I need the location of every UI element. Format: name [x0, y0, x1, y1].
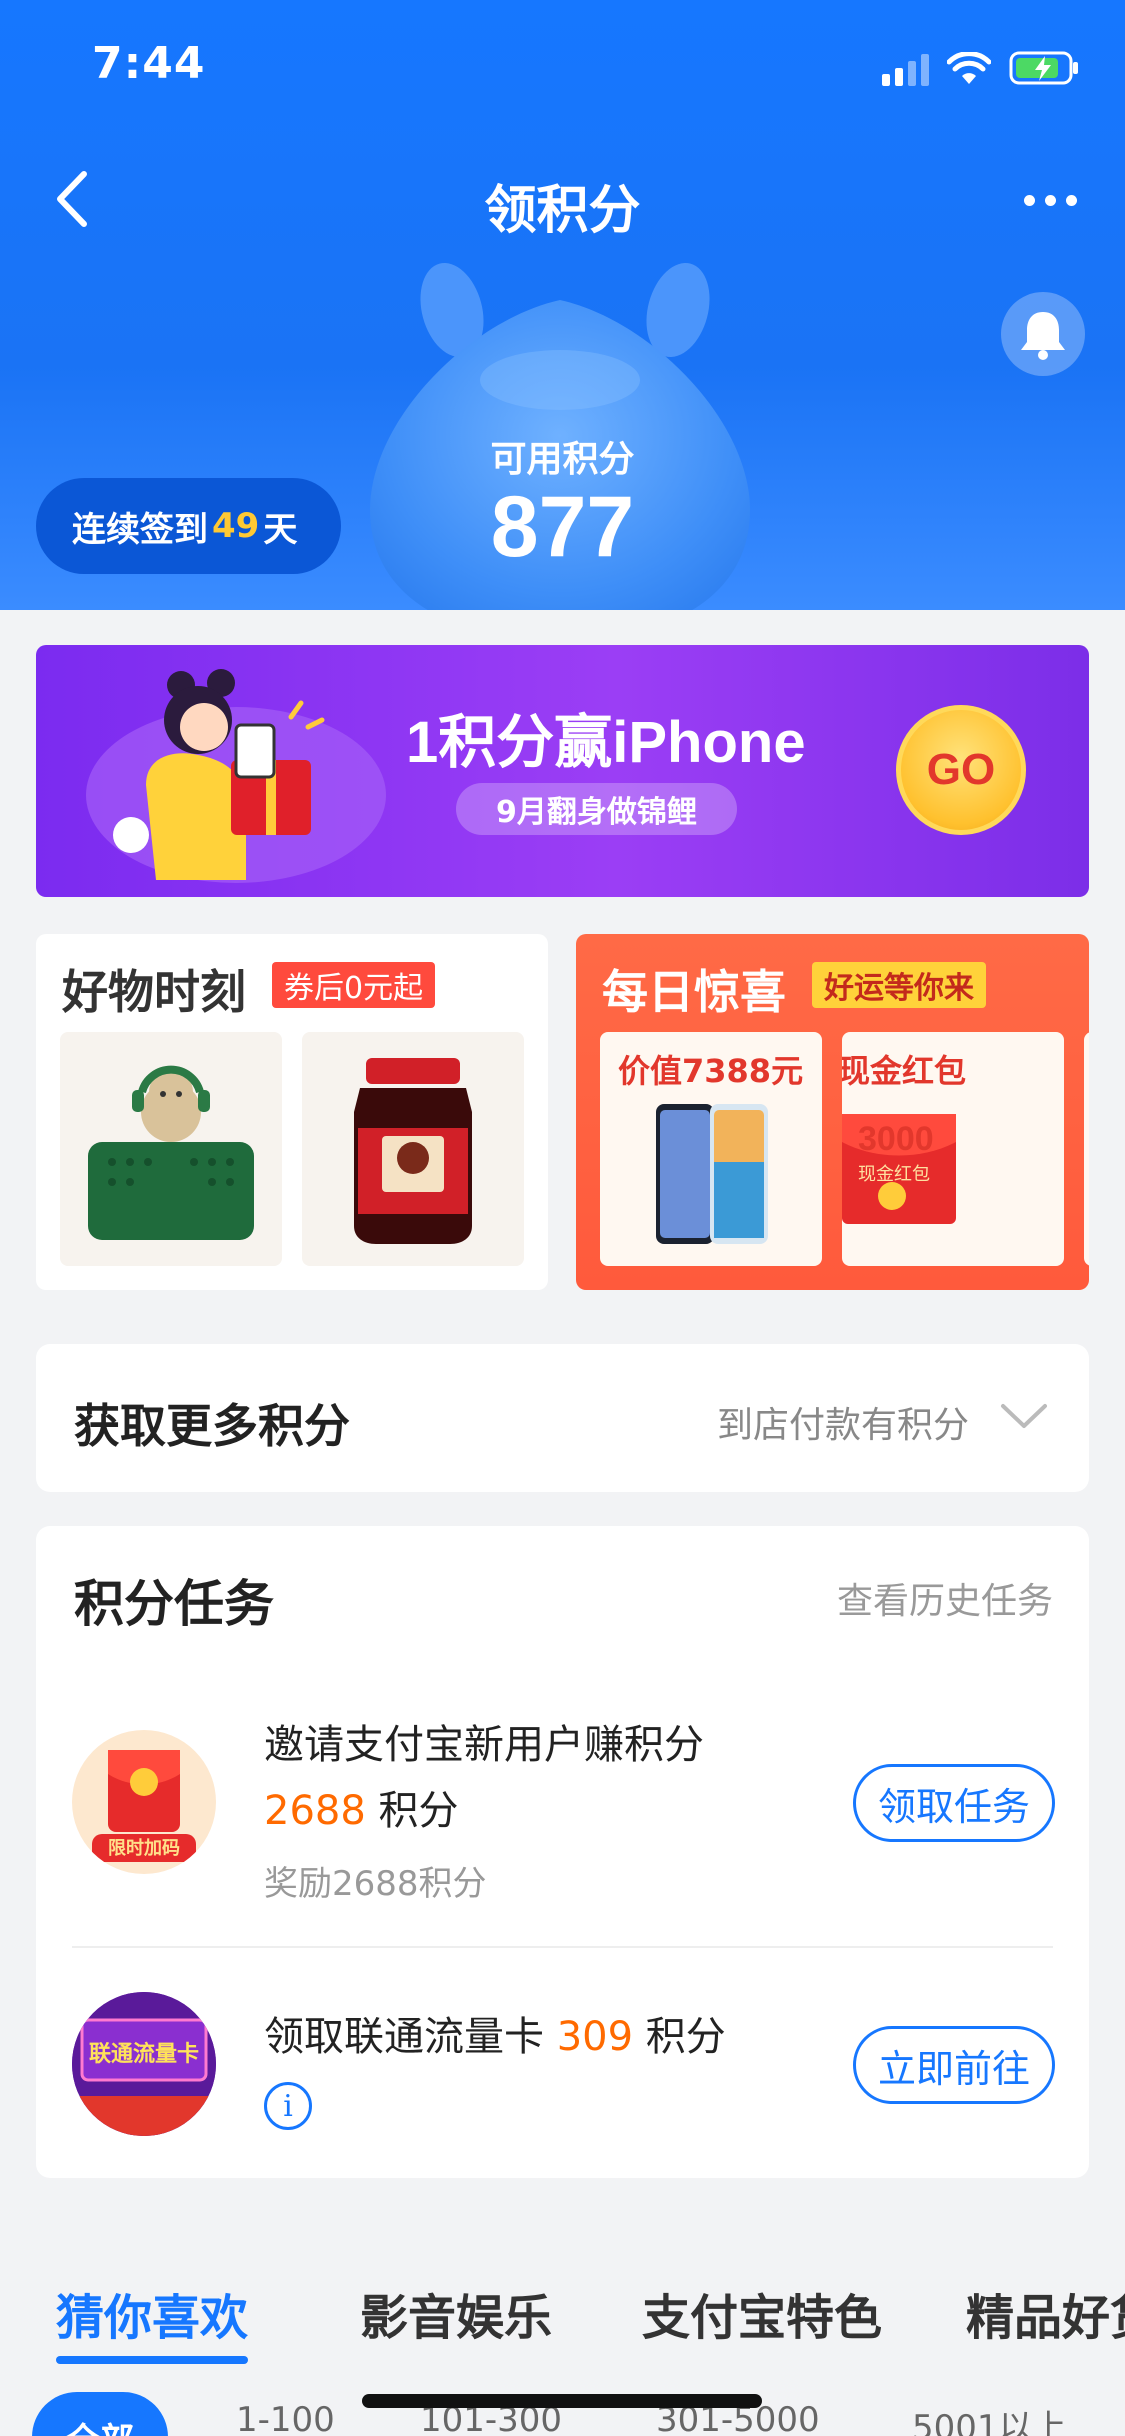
prize-tile-red-packet[interactable]: 现金红包 3000 现金红包: [842, 1032, 1064, 1266]
iphone-lottery-banner[interactable]: 1积分赢iPhone 9月翻身做锦鲤 GO: [36, 645, 1089, 897]
dot-icon: [1044, 194, 1056, 206]
info-icon[interactable]: i: [264, 2082, 312, 2130]
daily-surprise-title: 每日惊喜: [602, 965, 786, 1019]
task-title: 邀请支付宝新用户赚积分: [264, 1722, 704, 1768]
streak-prefix: 连续签到: [72, 509, 208, 550]
daily-surprise-tag: 好运等你来: [812, 962, 986, 1008]
girl-with-gift-illustration: [86, 669, 386, 883]
prize-tile-partial[interactable]: 价值: [1084, 1032, 1089, 1266]
nav-bar: 领积分: [0, 150, 1125, 250]
task-divider: [72, 1946, 1053, 1948]
red-envelope-icon: 限时加码: [72, 1730, 216, 1874]
points-header: 7:44 领积分 可用积分 877 连续签到 49 天: [0, 0, 1125, 610]
tasks-title: 积分任务: [74, 1575, 274, 1633]
more-options-button[interactable]: [1015, 180, 1085, 220]
dot-icon: [1065, 194, 1077, 206]
promo-subtitle: 9月翻身做锦鲤: [456, 783, 737, 835]
unicom-sim-card-icon: 联通流量卡: [72, 1992, 216, 2136]
task-icon-label: 联通流量卡: [88, 2042, 199, 2067]
go-now-button[interactable]: 立即前往: [852, 2026, 1055, 2104]
good-deals-tag: 券后0元起: [272, 962, 436, 1008]
task-history-link[interactable]: 查看历史任务: [837, 1572, 1053, 1624]
status-icons: [882, 50, 1081, 86]
cellular-signal-icon: [882, 52, 929, 86]
red-packet-amount-sub: 现金红包: [858, 1164, 930, 1185]
tab-guess-you-like[interactable]: 猜你喜欢: [56, 2278, 248, 2348]
green-speaker-image: [88, 1065, 254, 1240]
red-packet-amount: 3000: [858, 1120, 934, 1158]
task-icon-label: 限时加码: [108, 1838, 180, 1859]
filter-5001-plus[interactable]: 5001以上: [912, 2400, 1067, 2436]
streak-days: 49: [212, 506, 260, 546]
task-points: 2688 积分: [264, 1778, 459, 1836]
status-bar: 7:44: [0, 0, 1125, 130]
status-time: 7:44: [92, 38, 206, 89]
task-title-text: 领取联通流量卡: [264, 2014, 544, 2060]
task-points-value: 2688: [264, 1788, 366, 1834]
home-indicator[interactable]: [362, 2394, 762, 2408]
prize-tile-phone[interactable]: 价值7388元: [600, 1032, 822, 1266]
chevron-down-icon: [1001, 1404, 1047, 1428]
tab-alipay-special[interactable]: 支付宝特色: [642, 2278, 882, 2348]
task-points-unit: 积分: [378, 1788, 459, 1834]
filter-all[interactable]: 全部: [32, 2392, 168, 2436]
good-deals-title: 好物时刻: [62, 965, 246, 1019]
more-points-title: 获取更多积分: [74, 1399, 350, 1453]
notification-button[interactable]: [1001, 292, 1085, 376]
product-tile-chili-sauce[interactable]: [302, 1032, 524, 1266]
good-deals-card[interactable]: 好物时刻 券后0元起: [36, 934, 548, 1290]
tab-premium-goods[interactable]: 精品好货: [966, 2278, 1125, 2348]
more-points-hint: 到店付款有积分: [716, 1405, 969, 1446]
task-points-unit: 积分: [645, 2014, 726, 2060]
battery-charging-icon: [1009, 50, 1081, 86]
more-points-section[interactable]: 获取更多积分 到店付款有积分: [36, 1344, 1089, 1492]
points-label: 可用积分: [490, 439, 635, 480]
task-title: 领取联通流量卡 309 积分: [264, 2004, 726, 2062]
go-button[interactable]: GO: [896, 705, 1026, 835]
task-note: 奖励2688积分: [264, 1864, 487, 1904]
task-points-value: 309: [556, 2014, 634, 2060]
points-tasks-section: 积分任务 查看历史任务 限时加码 邀请支付宝新用户赚积分 2688 积分 奖励2…: [36, 1526, 1089, 2178]
wifi-icon: [947, 52, 991, 86]
promo-title: 1积分赢iPhone: [406, 710, 806, 775]
filter-1-100[interactable]: 1-100: [236, 2400, 335, 2436]
checkin-streak-badge[interactable]: 连续签到 49 天: [36, 478, 342, 574]
chili-sauce-jar-image: [354, 1058, 472, 1244]
active-tab-indicator: [56, 2356, 248, 2364]
page-title: 领积分: [484, 181, 641, 241]
bell-icon: [1021, 312, 1065, 360]
category-tabs: 猜你喜欢 影音娱乐 支付宝特色 精品好货: [0, 2230, 1125, 2370]
claim-task-button[interactable]: 领取任务: [852, 1764, 1055, 1842]
product-tile-speaker[interactable]: [60, 1032, 282, 1266]
daily-surprise-card[interactable]: 每日惊喜 好运等你来 价值7388元 现金红包 3000 现金红包 价值: [576, 934, 1089, 1290]
dot-icon: [1023, 194, 1035, 206]
tab-entertainment[interactable]: 影音娱乐: [360, 2278, 552, 2348]
streak-suffix: 天: [263, 509, 298, 550]
smartphone-image: [656, 1104, 768, 1244]
